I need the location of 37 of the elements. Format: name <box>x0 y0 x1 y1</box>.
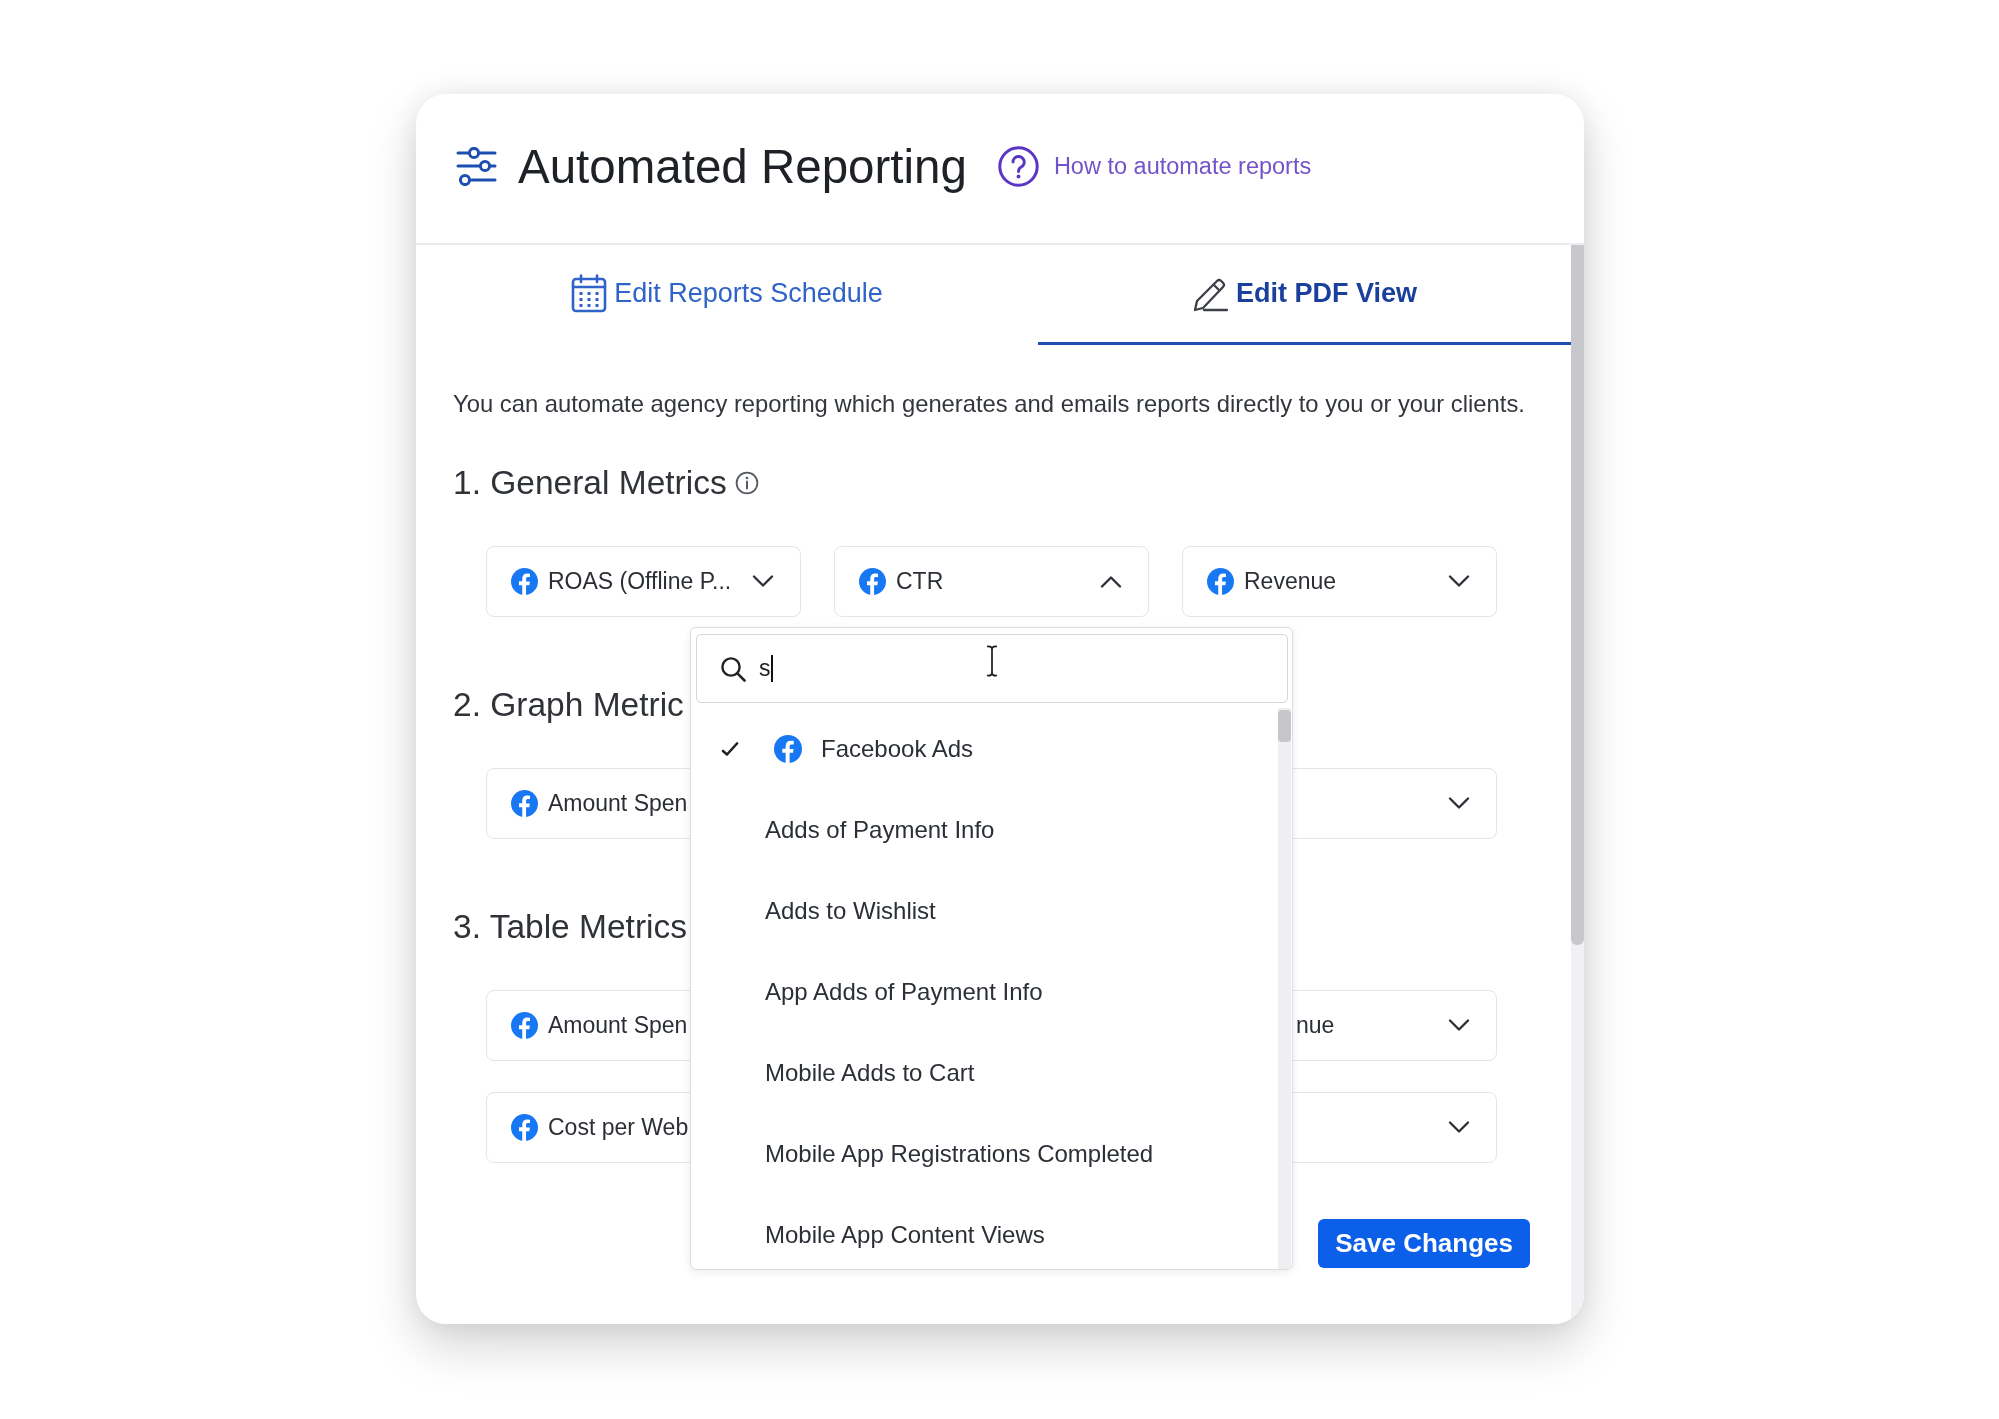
menu-option[interactable]: Mobile App Content Views <box>691 1194 1278 1269</box>
section-heading: 1. General Metrics <box>453 464 727 502</box>
text-caret-icon <box>771 655 773 682</box>
help-icon[interactable] <box>997 146 1039 187</box>
sliders-icon <box>456 147 497 186</box>
facebook-icon <box>511 790 538 817</box>
chevron-down-icon <box>752 575 774 588</box>
menu-option[interactable]: Adds to Wishlist <box>691 870 1278 951</box>
chevron-down-icon <box>1448 1019 1470 1032</box>
text-cursor-icon <box>986 645 998 677</box>
facebook-icon <box>859 568 886 595</box>
search-field[interactable]: s <box>696 634 1288 703</box>
section-heading: 2. Graph Metric <box>453 686 684 724</box>
metric-dropdown[interactable]: Revenue <box>1182 546 1497 617</box>
section-heading: 3. Table Metrics <box>453 908 687 946</box>
metric-dropdown[interactable]: CTR <box>834 546 1149 617</box>
facebook-icon <box>1207 568 1234 595</box>
chevron-up-icon <box>1100 575 1122 588</box>
metric-dropdown[interactable]: ROAS (Offline P... <box>486 546 801 617</box>
page-title: Automated Reporting <box>518 139 967 194</box>
search-icon <box>720 656 746 682</box>
chevron-down-icon <box>1448 1121 1470 1134</box>
tab[interactable]: Edit Reports Schedule <box>416 245 1038 345</box>
facebook-icon <box>774 734 802 763</box>
description-text: You can automate agency reporting which generates and emails reports directly to you or your clients. <box>453 391 1525 417</box>
chevron-down-icon <box>1448 797 1470 810</box>
scrollbar-thumb[interactable] <box>1278 710 1291 742</box>
help-link[interactable]: How to automate reports <box>1053 153 1312 180</box>
facebook-icon <box>511 568 538 595</box>
save-button[interactable]: Save Changes <box>1318 1219 1530 1268</box>
calendar-icon <box>571 274 608 313</box>
info-icon[interactable] <box>734 471 759 495</box>
chevron-down-icon <box>1448 575 1470 588</box>
scrollbar[interactable] <box>1278 708 1291 1269</box>
scrollbar-thumb[interactable] <box>1571 245 1584 945</box>
facebook-icon <box>511 1114 538 1141</box>
facebook-icon <box>511 1012 538 1039</box>
